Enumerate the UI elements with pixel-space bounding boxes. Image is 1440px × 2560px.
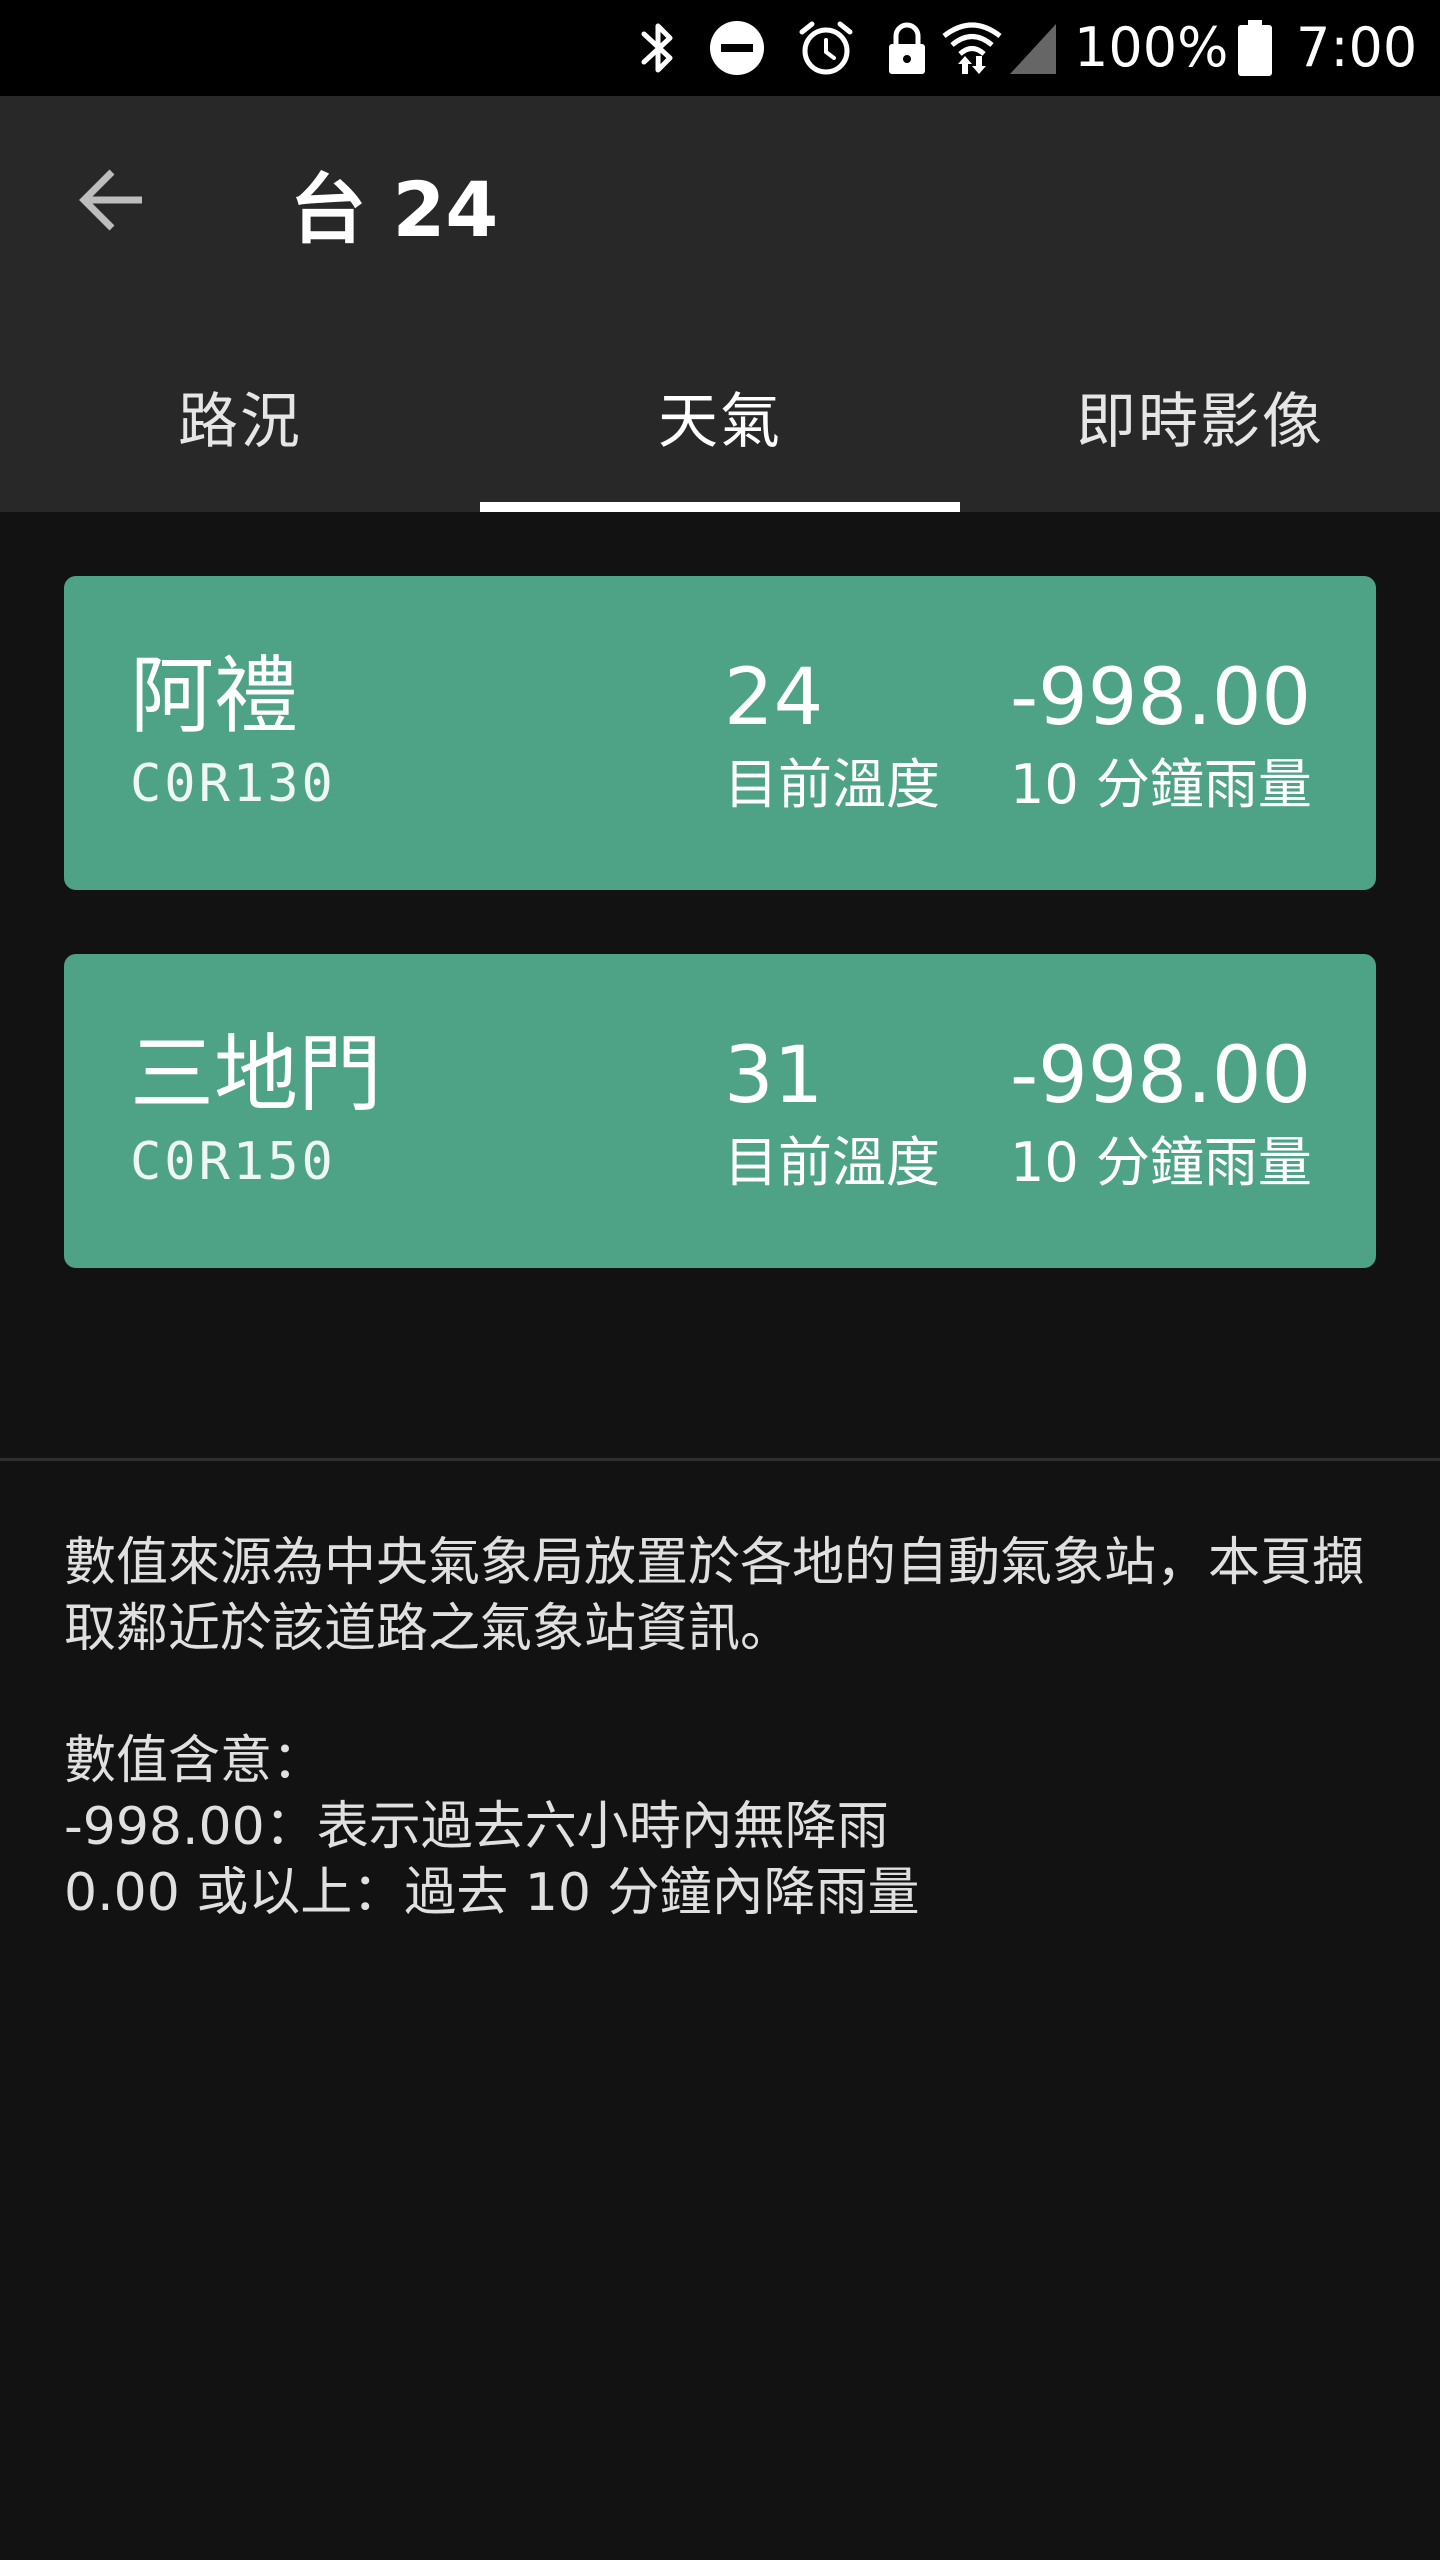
battery-percent: 100% bbox=[1074, 16, 1229, 79]
station-name: 阿禮 bbox=[130, 647, 299, 745]
rainfall-label: 10 分鐘雨量 bbox=[1010, 753, 1312, 816]
station-name: 三地門 bbox=[130, 1025, 383, 1123]
tab-bar: 路況 天氣 即時影像 bbox=[0, 320, 1440, 512]
note-meaning-line: -998.00：表示過去六小時內無降雨 bbox=[64, 1797, 889, 1857]
temperature-value: 24 bbox=[724, 653, 824, 743]
clock: 7:00 bbox=[1296, 16, 1418, 79]
station-code: C0R150 bbox=[130, 1132, 336, 1192]
tab-traffic[interactable]: 路況 bbox=[0, 320, 480, 512]
temperature-value: 31 bbox=[724, 1031, 824, 1121]
rainfall-label: 10 分鐘雨量 bbox=[1010, 1131, 1312, 1194]
rainfall-value: -998.00 bbox=[1010, 653, 1312, 743]
rainfall-value: -998.00 bbox=[1010, 1031, 1312, 1121]
arrow-left-icon bbox=[79, 169, 142, 231]
tab-weather[interactable]: 天氣 bbox=[480, 320, 960, 512]
divider bbox=[0, 1458, 1440, 1461]
station-code: C0R130 bbox=[130, 754, 336, 814]
status-bar: 100% 7:00 bbox=[0, 0, 1440, 96]
info-note: 數值來源為中央氣象局放置於各地的自動氣象站，本頁擷取鄰近於該道路之氣象站資訊。 … bbox=[64, 1530, 1376, 1926]
note-spacer bbox=[64, 1662, 1376, 1728]
do-not-disturb-icon bbox=[710, 21, 764, 75]
back-button[interactable] bbox=[56, 144, 168, 256]
note-source: 數值來源為中央氣象局放置於各地的自動氣象站，本頁擷取鄰近於該道路之氣象站資訊。 bbox=[64, 1533, 1365, 1659]
battery-icon bbox=[1238, 20, 1272, 76]
note-meaning-line: 0.00 或以上：過去 10 分鐘內降雨量 bbox=[64, 1863, 920, 1923]
bluetooth-icon bbox=[641, 23, 673, 73]
signal-icon bbox=[1010, 24, 1056, 74]
station-card[interactable]: 阿禮 C0R130 24 目前溫度 -998.00 10 分鐘雨量 bbox=[64, 576, 1376, 890]
station-card[interactable]: 三地門 C0R150 31 目前溫度 -998.00 10 分鐘雨量 bbox=[64, 954, 1376, 1268]
wifi-icon bbox=[942, 22, 1002, 74]
page-title: 台 24 bbox=[290, 165, 499, 254]
tab-indicator bbox=[480, 502, 960, 512]
temperature-label: 目前溫度 bbox=[724, 753, 940, 816]
temperature-label: 目前溫度 bbox=[724, 1131, 940, 1194]
tab-live-camera[interactable]: 即時影像 bbox=[960, 320, 1440, 512]
note-meaning-title: 數值含意： bbox=[64, 1731, 325, 1791]
alarm-icon bbox=[799, 21, 853, 75]
lock-icon bbox=[889, 22, 925, 74]
